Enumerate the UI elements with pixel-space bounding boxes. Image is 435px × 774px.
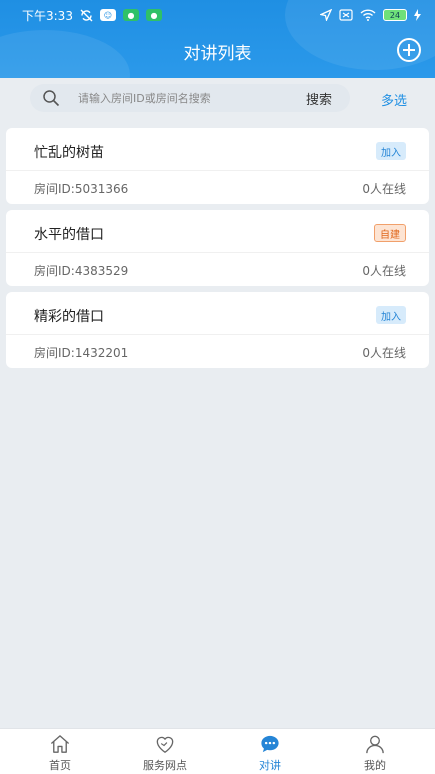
sync-off-icon: [80, 9, 93, 21]
multi-select-button[interactable]: 多选: [381, 90, 407, 109]
wifi-icon: [360, 9, 376, 21]
charging-icon: [414, 9, 421, 21]
join-badge[interactable]: 加入: [376, 306, 406, 324]
page-title: 对讲列表: [183, 43, 252, 64]
room-id: 房间ID:1432201: [34, 346, 129, 360]
search-icon: [43, 90, 60, 107]
room-name: 精彩的借口: [34, 309, 104, 325]
search-row: 搜索 多选: [0, 78, 435, 118]
home-icon: [50, 735, 70, 753]
tab-mine[interactable]: 我的: [335, 733, 415, 773]
status-bar: 下午3:33 ☺ ● ● 24: [0, 0, 435, 30]
tab-label: 我的: [364, 759, 386, 772]
search-box[interactable]: 搜索: [30, 84, 350, 112]
room-card[interactable]: 精彩的借口 加入 房间ID:1432201 0人在线: [6, 292, 429, 368]
own-badge: 自建: [374, 224, 406, 242]
room-id: 房间ID:5031366: [34, 182, 129, 196]
divider: [6, 252, 429, 253]
join-badge[interactable]: 加入: [376, 142, 406, 160]
user-icon: [366, 735, 384, 754]
status-time: 下午3:33: [22, 8, 73, 23]
app-header: 下午3:33 ☺ ● ● 24 对讲列表: [0, 0, 435, 78]
room-name: 水平的借口: [34, 227, 104, 243]
online-count: 0人在线: [362, 182, 406, 196]
title-bar: 对讲列表: [0, 30, 435, 72]
search-button[interactable]: 搜索: [306, 89, 332, 108]
room-card[interactable]: 忙乱的树苗 加入 房间ID:5031366 0人在线: [6, 128, 429, 204]
plus-circle-icon[interactable]: [397, 38, 421, 62]
tab-service-points[interactable]: 服务网点: [125, 733, 205, 773]
online-count: 0人在线: [362, 346, 406, 360]
tab-label: 首页: [49, 759, 71, 772]
message-notification-icon: ●: [145, 9, 162, 21]
location-icon: [320, 9, 332, 21]
room-card[interactable]: 水平的借口 自建 房间ID:4383529 0人在线: [6, 210, 429, 286]
battery-icon: 24: [383, 9, 407, 21]
app-notification-icon: ☺: [99, 9, 116, 21]
bottom-tab-bar: 首页 服务网点 对讲 我的: [0, 728, 435, 774]
divider: [6, 170, 429, 171]
tab-label: 对讲: [259, 759, 281, 772]
tab-label: 服务网点: [143, 759, 187, 772]
divider: [6, 334, 429, 335]
online-count: 0人在线: [362, 264, 406, 278]
tab-home[interactable]: 首页: [20, 733, 100, 773]
room-id: 房间ID:4383529: [34, 264, 129, 278]
room-name: 忙乱的树苗: [34, 145, 104, 161]
tab-intercom[interactable]: 对讲: [230, 733, 310, 773]
sim-card-icon: [339, 9, 353, 21]
chat-icon: [261, 735, 279, 753]
search-input[interactable]: [78, 88, 278, 108]
wechat-notification-icon: ●: [122, 9, 139, 21]
heart-icon: [156, 736, 174, 753]
